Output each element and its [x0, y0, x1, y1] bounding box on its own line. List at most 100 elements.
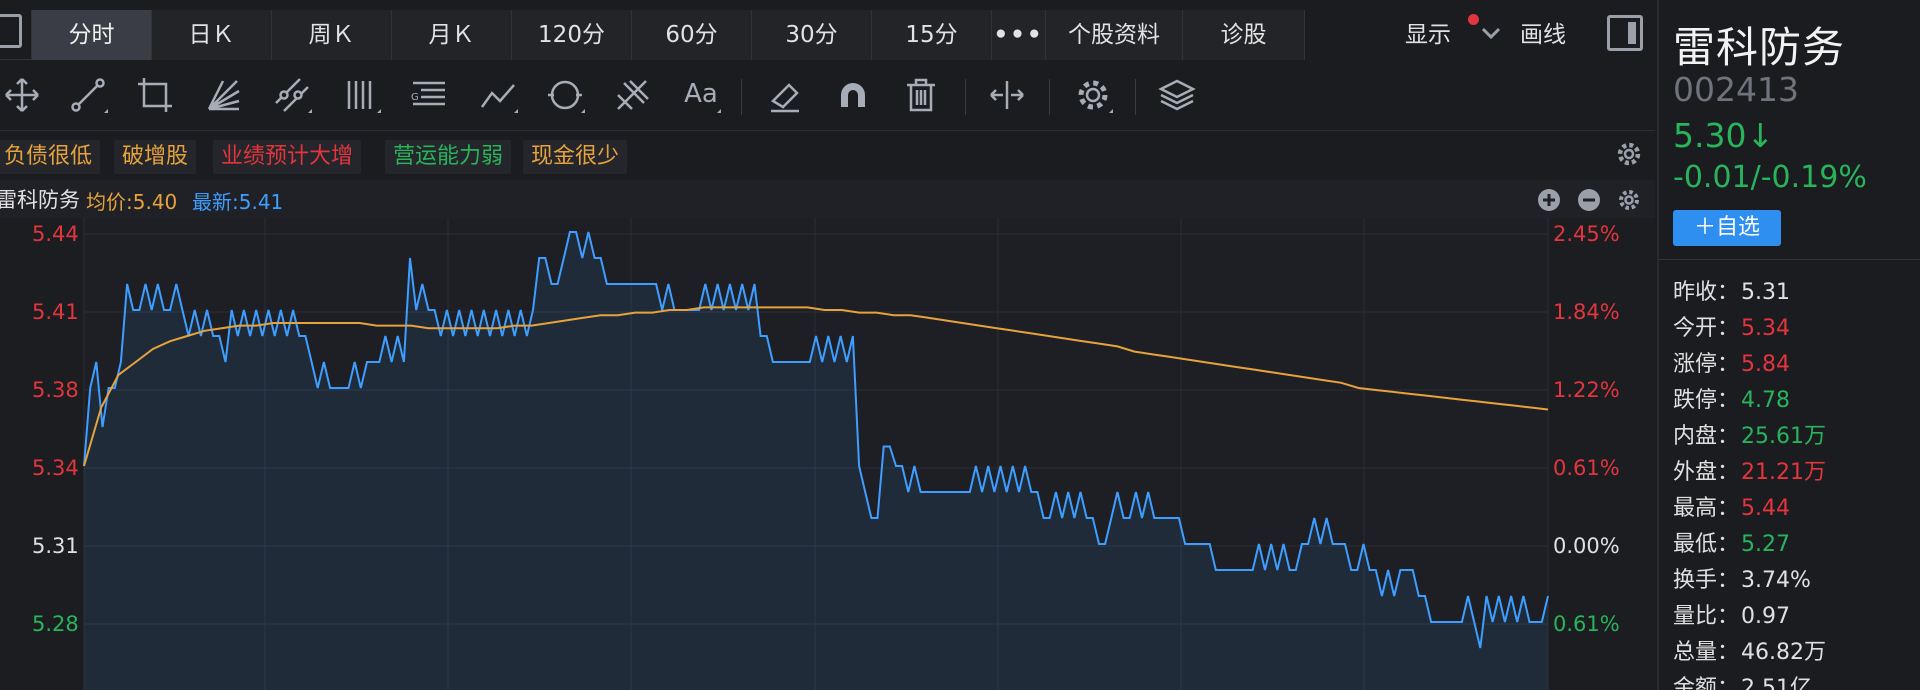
stat-label: 最高： — [1673, 496, 1740, 521]
trash-icon[interactable] — [899, 73, 943, 117]
tag-low-cash[interactable]: 现金很少 — [523, 140, 628, 174]
stat-label: 外盘： — [1673, 460, 1740, 485]
stat-value: 21.21万 — [1741, 460, 1826, 485]
toolbar-divider — [741, 79, 742, 115]
stat-row: 内盘：25.61万 — [1673, 418, 1826, 450]
y-axis-price-label: 5.44 — [32, 222, 79, 246]
tab-stock-profile[interactable]: 个股资料 — [1045, 10, 1182, 60]
y-axis-price-label: 5.41 — [32, 300, 79, 324]
eraser-icon[interactable] — [763, 73, 807, 117]
toolbar-divider — [1049, 79, 1050, 115]
stat-label: 金额： — [1673, 676, 1740, 690]
tab-15min[interactable]: 15分 — [871, 10, 991, 60]
stock-code: 002413 — [1673, 70, 1799, 109]
stat-label: 跌停： — [1673, 388, 1740, 413]
toolbar-divider — [1135, 79, 1136, 115]
tab-60min[interactable]: 60分 — [631, 10, 751, 60]
stat-value: 5.44 — [1741, 496, 1790, 521]
line-icon[interactable] — [66, 73, 110, 117]
stock-name: 雷科防务 — [1673, 23, 1846, 72]
chart-settings-gear-icon[interactable] — [1616, 187, 1642, 213]
more-periods-button[interactable]: ••• — [991, 10, 1045, 60]
stock-tag-bar: 负债很低 破增股 业绩预计大增 营运能力弱 现金很少 — [0, 132, 1655, 178]
stat-value: 4.78 — [1741, 388, 1790, 413]
text-icon[interactable]: Aa — [679, 73, 723, 117]
svg-text:G: G — [411, 92, 419, 103]
stat-label: 总量： — [1673, 640, 1740, 665]
stat-label: 内盘： — [1673, 424, 1740, 449]
app-window: 分时 日Ｋ 周Ｋ 月Ｋ 120分 60分 30分 15分 ••• 个股资料 诊股… — [0, 0, 1920, 690]
display-button[interactable]: 显示 — [1405, 10, 1451, 60]
expand-icon[interactable] — [985, 73, 1029, 117]
divider — [1659, 259, 1920, 260]
stat-row: 金额：2.51亿 — [1673, 670, 1812, 690]
stat-value: 0.97 — [1741, 604, 1790, 629]
tag-below-placement[interactable]: 破增股 — [114, 140, 197, 174]
main-panel: 分时 日Ｋ 周Ｋ 月Ｋ 120分 60分 30分 15分 ••• 个股资料 诊股… — [0, 0, 1655, 690]
move-icon[interactable] — [0, 73, 44, 117]
chart-latest-price: 最新:5.41 — [192, 190, 284, 214]
stat-row: 今开：5.34 — [1673, 310, 1790, 342]
stat-label: 今开： — [1673, 316, 1740, 341]
tab-120min[interactable]: 120分 — [511, 10, 631, 60]
sidebar-toggle-icon[interactable] — [0, 14, 22, 48]
stat-value: 5.31 — [1741, 280, 1790, 305]
y-axis-price-label: 5.28 — [32, 612, 79, 636]
chevron-down-icon[interactable] — [1478, 20, 1504, 46]
stat-value: 25.61万 — [1741, 424, 1826, 449]
tab-weekly-k[interactable]: 周Ｋ — [271, 10, 391, 60]
tag-low-debt[interactable]: 负债很低 — [0, 140, 101, 174]
tab-daily-k[interactable]: 日Ｋ — [151, 10, 271, 60]
stat-value: 46.82万 — [1741, 640, 1826, 665]
circle-icon[interactable] — [543, 73, 587, 117]
y-axis-price-label: 5.38 — [32, 378, 79, 402]
fan-icon[interactable] — [201, 73, 245, 117]
tag-weak-operations[interactable]: 营运能力弱 — [385, 140, 512, 174]
toolbar-divider — [965, 79, 966, 115]
current-price: 5.30↓ — [1673, 116, 1775, 155]
channel-icon[interactable] — [270, 73, 314, 117]
zoom-out-icon[interactable] — [1576, 187, 1602, 213]
polyline-icon[interactable] — [476, 73, 520, 117]
stat-label: 涨停： — [1673, 352, 1740, 377]
stat-row: 换手：3.74% — [1673, 562, 1811, 594]
y-axis-percent-label: 1.84% — [1553, 300, 1620, 324]
pitchfork-icon[interactable] — [610, 73, 654, 117]
tab-monthly-k[interactable]: 月Ｋ — [391, 10, 511, 60]
stat-label: 量比： — [1673, 604, 1740, 629]
tag-earnings-surge[interactable]: 业绩预计大增 — [213, 140, 362, 174]
zoom-in-icon[interactable] — [1536, 187, 1562, 213]
stat-row: 最高：5.44 — [1673, 490, 1790, 522]
stat-value: 5.27 — [1741, 532, 1790, 557]
drawing-toolbar: G Aa — [0, 61, 1655, 131]
tab-diagnosis[interactable]: 诊股 — [1182, 10, 1304, 60]
settings-icon[interactable] — [1071, 73, 1115, 117]
tag-settings-gear-icon[interactable] — [1614, 139, 1644, 169]
stat-label: 昨收： — [1673, 280, 1740, 305]
y-axis-percent-label: 0.00% — [1553, 534, 1620, 558]
layers-icon[interactable] — [1155, 73, 1199, 117]
stat-row: 昨收：5.31 — [1673, 274, 1790, 306]
add-watchlist-button[interactable]: ＋自选 — [1673, 210, 1781, 246]
intraday-chart[interactable]: 5.445.415.385.345.315.285.252.45%1.84%1.… — [0, 218, 1655, 690]
tab-30min[interactable]: 30分 — [751, 10, 871, 60]
intraday-chart-canvas[interactable]: 5.445.415.385.345.315.285.252.45%1.84%1.… — [0, 218, 1655, 690]
stat-row: 量比：0.97 — [1673, 598, 1790, 630]
stat-row: 最低：5.27 — [1673, 526, 1790, 558]
quote-panel: 雷科防务 002413 5.30↓ -0.01/-0.19% ＋自选 昨收：5.… — [1657, 0, 1920, 690]
y-axis-percent-label: 1.22% — [1553, 378, 1620, 402]
panel-layout-icon[interactable] — [1607, 15, 1643, 51]
stat-value: 3.74% — [1741, 568, 1811, 593]
rect-icon[interactable] — [133, 73, 177, 117]
period-lines-icon[interactable] — [339, 73, 383, 117]
draw-lines-button[interactable]: 画线 — [1520, 10, 1566, 60]
stat-row: 总量：46.82万 — [1673, 634, 1826, 666]
stat-label: 换手： — [1673, 568, 1740, 593]
stat-row: 涨停：5.84 — [1673, 346, 1790, 378]
stat-row: 外盘：21.21万 — [1673, 454, 1826, 486]
fib-icon[interactable]: G — [407, 73, 451, 117]
stat-label: 最低： — [1673, 532, 1740, 557]
y-axis-price-label: 5.34 — [32, 456, 79, 480]
tab-intraday[interactable]: 分时 — [31, 10, 151, 60]
magnet-icon[interactable] — [831, 73, 875, 117]
